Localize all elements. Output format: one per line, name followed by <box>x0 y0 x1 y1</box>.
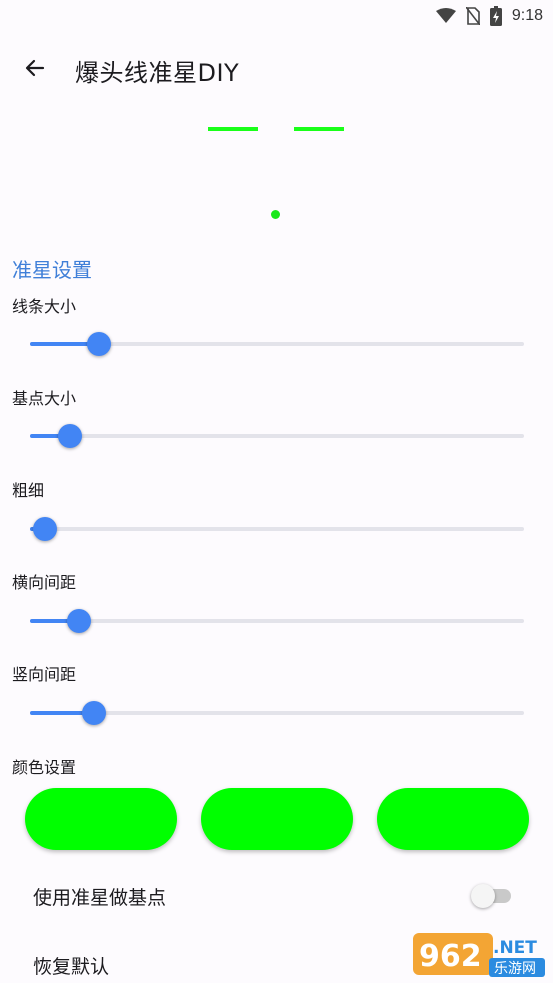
line-size-slider[interactable] <box>30 328 524 360</box>
crosshair-right-line <box>294 127 344 131</box>
slider-thumb[interactable] <box>33 517 57 541</box>
watermark-number: 962 <box>419 939 482 974</box>
page-title: 爆头线准星DIY <box>75 58 240 87</box>
setting-base-size: 基点大小 <box>0 385 553 477</box>
vertical-spacing-slider[interactable] <box>30 697 524 729</box>
use-crosshair-as-base-toggle[interactable] <box>471 884 513 908</box>
horizontal-spacing-slider[interactable] <box>30 605 524 637</box>
setting-label: 竖向间距 <box>12 665 77 684</box>
setting-label: 线条大小 <box>12 297 77 316</box>
setting-label: 横向间距 <box>12 573 77 592</box>
wifi-icon <box>435 8 456 24</box>
app-bar: 爆头线准星DIY <box>0 40 553 100</box>
restore-default-label: 恢复默认 <box>33 955 110 978</box>
app-screen: 9:18 爆头线准星DIY 准星设置 线条大小 基点大小 粗细 横向间距 竖向间… <box>0 0 553 983</box>
slider-track <box>30 434 524 438</box>
use-crosshair-as-base-row[interactable]: 使用准星做基点 <box>0 871 553 921</box>
base-size-slider[interactable] <box>30 420 524 452</box>
slider-thumb[interactable] <box>82 701 106 725</box>
color-swatch-row <box>0 788 553 850</box>
crosshair-preview <box>0 110 553 230</box>
use-crosshair-as-base-label: 使用准星做基点 <box>33 886 167 909</box>
watermark-suffix: .NET <box>493 938 537 958</box>
color-settings-label: 颜色设置 <box>12 758 77 777</box>
slider-thumb[interactable] <box>58 424 82 448</box>
crosshair-center-dot <box>271 210 280 219</box>
slider-thumb[interactable] <box>67 609 91 633</box>
no-sim-icon <box>465 7 480 25</box>
arrow-left-icon <box>23 56 47 84</box>
watermark-subtitle: 乐游网 <box>494 961 536 977</box>
thickness-slider[interactable] <box>30 513 524 545</box>
color-swatch-button[interactable] <box>377 788 529 850</box>
color-swatch-button[interactable] <box>201 788 353 850</box>
setting-vertical-spacing: 竖向间距 <box>0 661 553 753</box>
slider-track <box>30 619 524 623</box>
setting-label: 基点大小 <box>12 389 77 408</box>
section-title: 准星设置 <box>12 258 92 282</box>
toggle-thumb <box>471 884 495 908</box>
status-bar: 9:18 <box>0 0 553 32</box>
back-button[interactable] <box>11 46 59 94</box>
color-swatch-button[interactable] <box>25 788 177 850</box>
setting-line-size: 线条大小 <box>0 293 553 385</box>
crosshair-left-line <box>208 127 258 131</box>
setting-horizontal-spacing: 横向间距 <box>0 569 553 661</box>
status-time: 9:18 <box>511 7 543 24</box>
slider-thumb[interactable] <box>87 332 111 356</box>
battery-charging-icon <box>489 6 502 26</box>
site-watermark-logo: 962 .NET 乐游网 <box>413 931 547 979</box>
setting-thickness: 粗细 <box>0 477 553 569</box>
slider-track <box>30 527 524 531</box>
setting-label: 粗细 <box>12 481 45 500</box>
